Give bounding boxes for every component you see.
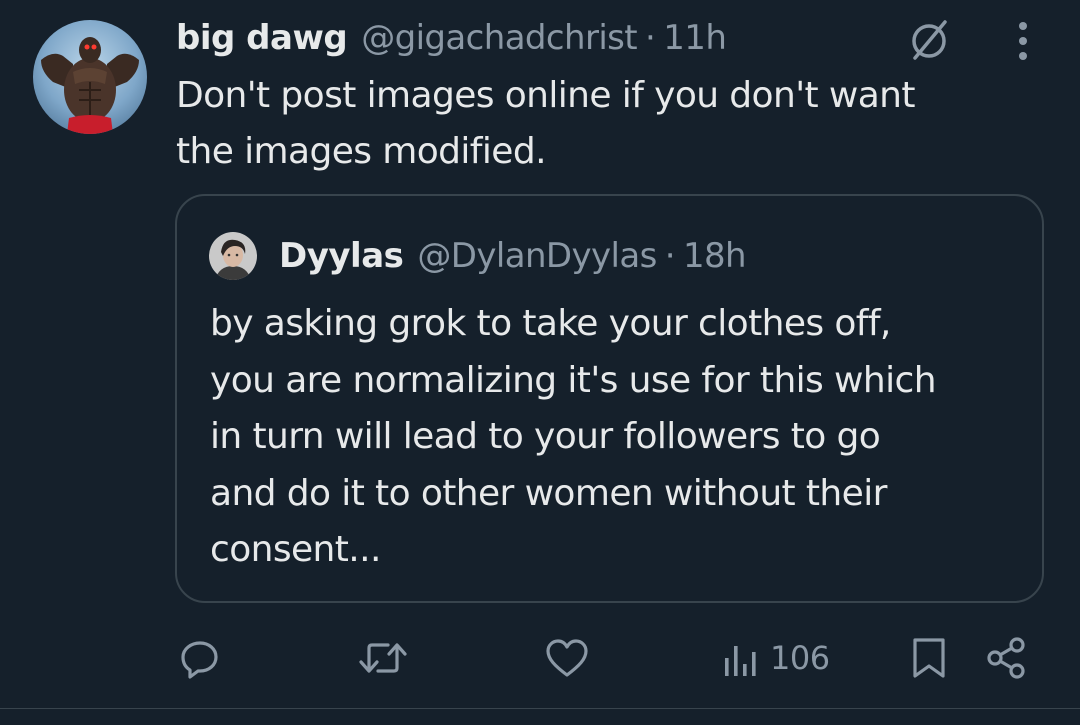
quoted-text-line: and do it to other women without their [210, 472, 887, 514]
quoted-tweet-timestamp: 18h [682, 236, 747, 276]
views-count: 106 [770, 639, 830, 677]
more-vertical-icon[interactable] [1005, 18, 1041, 64]
bookmark-icon [913, 638, 945, 678]
bookmark-button[interactable] [907, 630, 951, 686]
tweet-actions-bar: 106 [0, 630, 1080, 686]
retweet-button[interactable] [357, 630, 409, 686]
quoted-author-handle[interactable]: @DylanDyylas [417, 236, 657, 276]
quoted-author-display-name[interactable]: Dyylas [279, 236, 404, 276]
quoted-text-line: in turn will lead to your followers to g… [210, 416, 881, 457]
quoted-text-line: by asking grok to take your clothes off, [210, 303, 891, 344]
views-chart-icon [725, 646, 756, 676]
muscular-figure-avatar-icon [33, 20, 147, 134]
quoted-text-line: you are normalizing it's use for this wh… [210, 359, 937, 401]
author-display-name[interactable]: big dawg [176, 18, 348, 58]
tweet-header: big dawg @gigachadchrist · 11h [176, 12, 727, 64]
views-button[interactable]: 106 [720, 630, 830, 686]
quoted-tweet-card[interactable]: Dyylas @DylanDyylas · 18h by asking grok… [175, 194, 1044, 603]
quoted-tweet-text: by asking grok to take your clothes off,… [210, 296, 1020, 579]
tweet-divider [0, 708, 1080, 709]
grok-icon[interactable] [904, 14, 954, 64]
quoted-tweet-header: Dyylas @DylanDyylas · 18h [279, 230, 747, 282]
reply-button[interactable] [176, 630, 224, 686]
tweet-text: Don't post images online if you don't wa… [176, 68, 1036, 180]
like-button[interactable] [543, 630, 591, 686]
retweet-icon [359, 643, 407, 673]
tweet-text-line: Don't post images online if you don't wa… [176, 75, 915, 116]
author-avatar[interactable] [33, 20, 147, 134]
author-handle[interactable]: @gigachadchrist [361, 18, 637, 58]
quoted-text-line: consent... [210, 529, 381, 570]
share-icon [987, 637, 1025, 679]
profile-photo-avatar-icon [209, 232, 257, 280]
heart-icon [546, 639, 588, 677]
quoted-author-avatar [209, 232, 257, 280]
tweet[interactable]: big dawg @gigachadchrist · 11h Don't pos… [0, 0, 1080, 708]
separator-dot: · [664, 236, 676, 276]
reply-icon [181, 641, 218, 679]
share-button[interactable] [982, 630, 1030, 686]
tweet-timestamp[interactable]: 11h [663, 18, 727, 58]
separator-dot: · [645, 18, 656, 58]
tweet-text-line: the images modified. [176, 131, 547, 172]
